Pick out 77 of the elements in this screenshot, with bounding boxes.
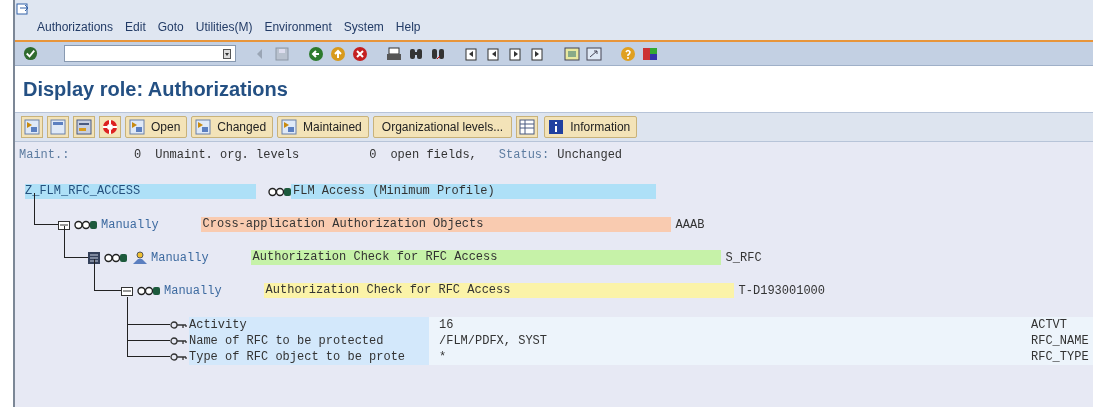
table-icon[interactable] [516,116,539,138]
enter-check-icon[interactable] [23,46,38,61]
technical-name: RFC_NAME [1031,333,1089,350]
toolbar-button[interactable]: Open [125,116,188,138]
menu-item[interactable]: Edit [125,18,146,36]
back-icon[interactable] [308,45,324,62]
label: Unmaint. org. levels [155,147,301,164]
menu-item[interactable]: Help [395,18,421,36]
layout-icon[interactable] [642,45,658,62]
label: Maint.: [19,147,71,164]
status-lights-icon [74,218,97,231]
shortcut-icon[interactable] [586,45,602,62]
label: Status: [498,147,550,164]
tree-connector [94,258,121,291]
status-text: Manually [164,282,222,300]
menu-item[interactable]: Authorizations [37,18,114,36]
next-page-icon[interactable] [508,45,524,62]
status-value: Unchanged [557,147,623,164]
field-name: Activity [189,317,429,333]
tree-connector [64,225,88,258]
list-icon[interactable] [73,116,95,138]
toolbar-button[interactable]: Organizational levels... [372,116,513,138]
node-text: Authorization Check for RFC Access [250,250,721,265]
field-value: 16 [439,317,455,334]
status-text: Manually [151,249,209,267]
node-code: T-D193001000 [738,282,826,300]
technical-name: ACTVT [1031,317,1067,334]
field-value: /FLM/PDFX, SYST [439,333,549,350]
status-text: Manually [101,216,159,234]
status-lights-icon [104,251,127,264]
toolbar-button[interactable]: Maintained [277,116,369,138]
tree-connector [127,341,170,357]
node-code: S_RFC [725,249,762,267]
flag-icon [129,119,145,135]
window-menu-icon[interactable] [16,3,30,15]
role-description: FLM Access (Minimum Profile) [291,184,656,199]
key-icon [170,352,188,362]
new-session-icon[interactable] [564,45,580,62]
menu-item[interactable]: Environment [264,18,332,36]
object-icon[interactable] [88,251,100,264]
menu-item[interactable]: System [343,18,384,36]
count: 0 [134,147,142,164]
flag-icon [195,119,212,135]
field-name: Type of RFC object to be prote [189,349,429,365]
status-lights-icon [137,284,160,297]
folder-icon[interactable] [58,218,70,231]
field-name: Name of RFC to be protected [189,333,429,349]
lifebuoy-icon[interactable] [99,116,121,138]
collapse-icon[interactable] [47,116,69,138]
node-code: AAAB [675,216,705,234]
first-page-icon[interactable] [464,45,480,62]
print-icon[interactable] [386,45,402,62]
person-icon [132,251,147,264]
dropdown-icon[interactable] [223,48,231,59]
key-icon [170,320,188,330]
command-field[interactable] [64,45,236,62]
expand-icon[interactable] [21,116,43,138]
info-icon [548,119,565,135]
screen-title: Display role: Authorizations [23,77,288,102]
node-text: Cross-application Authorization Objects [200,217,671,232]
node-text: Authorization Check for RFC Access [263,283,734,298]
menu-item[interactable]: Utilities(M) [195,18,253,36]
toolbar-button[interactable]: Information [544,116,638,138]
key-icon [170,336,188,346]
menu-item[interactable]: Goto [157,18,184,36]
flag-icon [281,119,298,135]
previous-page-icon[interactable] [486,45,502,62]
count: 0 [369,147,377,164]
status-lights-icon [268,185,291,198]
last-page-icon[interactable] [530,45,546,62]
toolbar-button[interactable]: Changed [191,116,274,138]
role-name[interactable]: Z_FLM_RFC_ACCESS [25,184,256,199]
technical-name: RFC_TYPE [1031,349,1089,366]
cancel-icon[interactable] [352,45,368,62]
field-value: * [439,349,448,366]
label: open fields, [390,147,477,164]
folder-icon[interactable] [121,284,133,297]
